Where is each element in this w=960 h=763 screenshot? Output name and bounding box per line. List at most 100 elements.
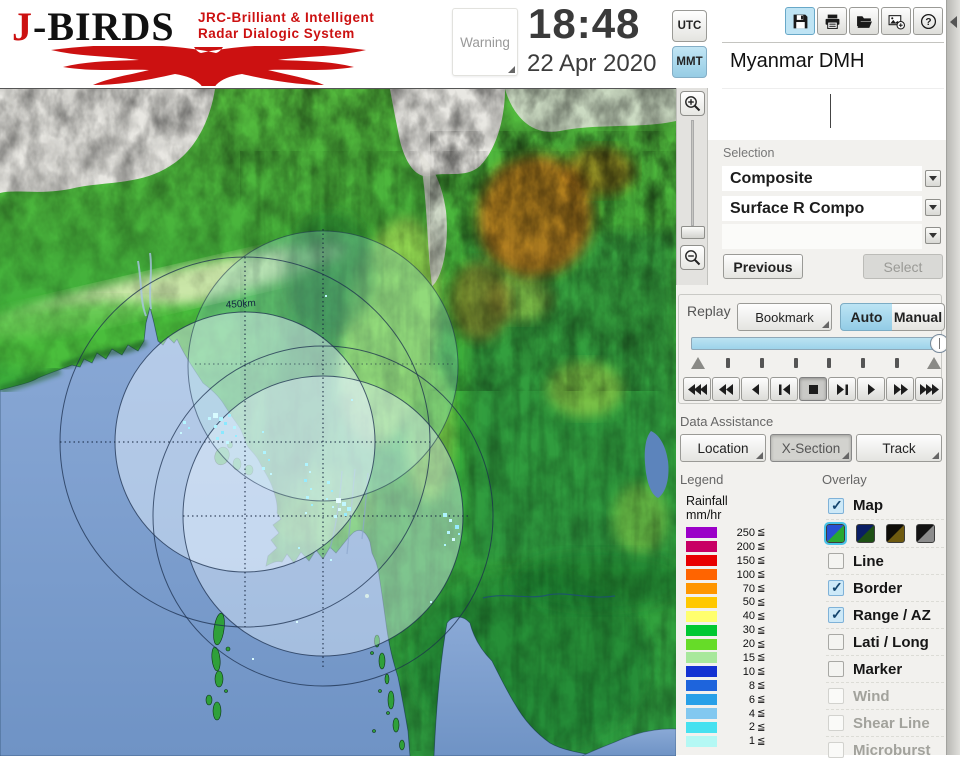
print-icon-button[interactable] [817, 7, 847, 35]
logo-tagline: JRC-Brilliant & Intelligent Radar Dialog… [198, 10, 375, 41]
forward-fast-button[interactable] [915, 377, 943, 401]
open-folder-icon-button[interactable] [849, 7, 879, 35]
replay-label: Replay [687, 303, 731, 319]
legend-value: 4 [748, 707, 755, 720]
overlay-item-marker[interactable]: Marker [826, 655, 944, 682]
map-style-black-olive[interactable] [886, 524, 905, 543]
legend-row: 50 ≦ [686, 595, 765, 609]
legend-row: 100 ≦ [686, 568, 765, 582]
elevation-combo[interactable] [722, 224, 922, 249]
site-search-input[interactable] [722, 88, 944, 132]
legend-value: 2 [748, 721, 755, 734]
legend-suffix: ≦ [757, 583, 766, 594]
playback-controls [683, 377, 943, 401]
radar-map[interactable]: 450km [0, 88, 690, 757]
map-style-swatches [824, 519, 944, 547]
map-style-navy-darkgreen[interactable] [856, 524, 875, 543]
help-icon-button[interactable]: ? [913, 7, 943, 35]
legend-row: 70 ≦ [686, 582, 765, 596]
collapse-arrow-icon [950, 16, 957, 28]
logo-j: J [12, 4, 33, 49]
selection-label: Selection [723, 146, 775, 160]
rewind-button[interactable] [712, 377, 740, 401]
overlay-item-label: Lati / Long [853, 633, 929, 651]
legend-value: 30 [742, 624, 755, 637]
legend-row: 6 ≦ [686, 693, 765, 707]
legend-value: 15 [742, 651, 755, 664]
map-style-blue-green[interactable] [824, 522, 847, 545]
rewind-fast-button[interactable] [683, 377, 711, 401]
select-button[interactable]: Select [863, 254, 943, 279]
forward-button[interactable] [886, 377, 914, 401]
legend-value: 50 [742, 596, 755, 609]
previous-button[interactable]: Previous [723, 254, 803, 279]
overlay-item-label: Line [853, 552, 884, 570]
legend-suffix: ≦ [757, 610, 766, 622]
checkbox[interactable] [828, 497, 844, 514]
overlay-item-label: Shear Line [853, 714, 930, 732]
bookmark-button[interactable]: Bookmark [737, 303, 832, 331]
product-combo[interactable]: Surface R Compo [722, 196, 922, 221]
legend-color-swatch [686, 708, 717, 720]
svg-text:?: ? [925, 17, 931, 28]
checkbox [828, 688, 844, 704]
overlay-item-border[interactable]: Border [826, 574, 944, 601]
overlay-item-wind[interactable]: Wind [826, 682, 944, 709]
overlay-item-line[interactable]: Line [826, 547, 944, 574]
x-section-button[interactable]: X-Section [770, 434, 852, 462]
product-combo-arrow[interactable] [925, 199, 941, 216]
legend-value: 20 [742, 638, 755, 651]
legend-suffix: ≦ [757, 527, 766, 539]
capture-icon-button[interactable] [881, 7, 911, 35]
composite-combo-arrow[interactable] [925, 170, 941, 187]
legend-suffix: ≦ [757, 652, 766, 664]
legend-value: 100 [736, 568, 755, 581]
legend-value: 250 [736, 526, 755, 539]
elevation-combo-arrow[interactable] [925, 227, 941, 244]
save-icon-button[interactable] [785, 7, 815, 35]
legend-value: 200 [736, 540, 755, 553]
overlay-item-lati-long[interactable]: Lati / Long [826, 628, 944, 655]
clock-time: 18:48 [528, 0, 641, 47]
legend-value: 1 [748, 735, 755, 748]
play-button[interactable] [857, 377, 885, 401]
radar-map-canvas[interactable]: 450km [0, 89, 690, 757]
stop-button[interactable] [799, 377, 827, 401]
corner-handle-icon [756, 452, 763, 459]
checkbox[interactable] [828, 579, 844, 596]
replay-timeline-slider[interactable] [691, 334, 949, 353]
legend-value: 150 [736, 554, 755, 567]
jbirds-logo: J-BIRDS JRC-Brilliant & Intelligent Rada… [8, 2, 448, 86]
checkbox[interactable] [828, 661, 844, 677]
panel-collapse-strip[interactable] [946, 0, 960, 755]
overlay-item-map[interactable]: Map [826, 492, 944, 519]
legend-value: 6 [748, 693, 755, 706]
clock-date: 22 Apr 2020 [527, 50, 657, 77]
overlay-item-range-az[interactable]: Range / AZ [826, 601, 944, 628]
checkbox[interactable] [828, 634, 844, 650]
timeline-end-marker [927, 357, 941, 369]
legend-color-swatch [686, 694, 717, 706]
overlay-item-label: Range / AZ [853, 606, 931, 624]
overlay-item-microburst[interactable]: Microburst [826, 736, 944, 763]
corner-handle-icon [508, 66, 515, 73]
manual-button[interactable]: Manual [892, 303, 945, 331]
warning-button[interactable]: Warning [452, 8, 518, 76]
step-back-button[interactable] [770, 377, 798, 401]
legend-row: 20 ≦ [686, 637, 765, 651]
auto-button[interactable]: Auto [840, 303, 893, 331]
site-title: Myanmar DMH [730, 50, 865, 72]
legend-suffix: ≦ [757, 569, 766, 581]
legend-row: 8 ≦ [686, 679, 765, 693]
legend-row: 15 ≦ [686, 651, 765, 665]
track-button[interactable]: Track [856, 434, 942, 462]
checkbox[interactable] [828, 606, 844, 623]
composite-combo[interactable]: Composite [722, 166, 922, 191]
map-style-black-gray[interactable] [916, 524, 935, 543]
play-reverse-button[interactable] [741, 377, 769, 401]
checkbox[interactable] [828, 553, 844, 569]
legend-color-swatch [686, 638, 717, 650]
step-forward-button[interactable] [828, 377, 856, 401]
overlay-item-shear-line[interactable]: Shear Line [826, 709, 944, 736]
location-button[interactable]: Location [680, 434, 766, 462]
